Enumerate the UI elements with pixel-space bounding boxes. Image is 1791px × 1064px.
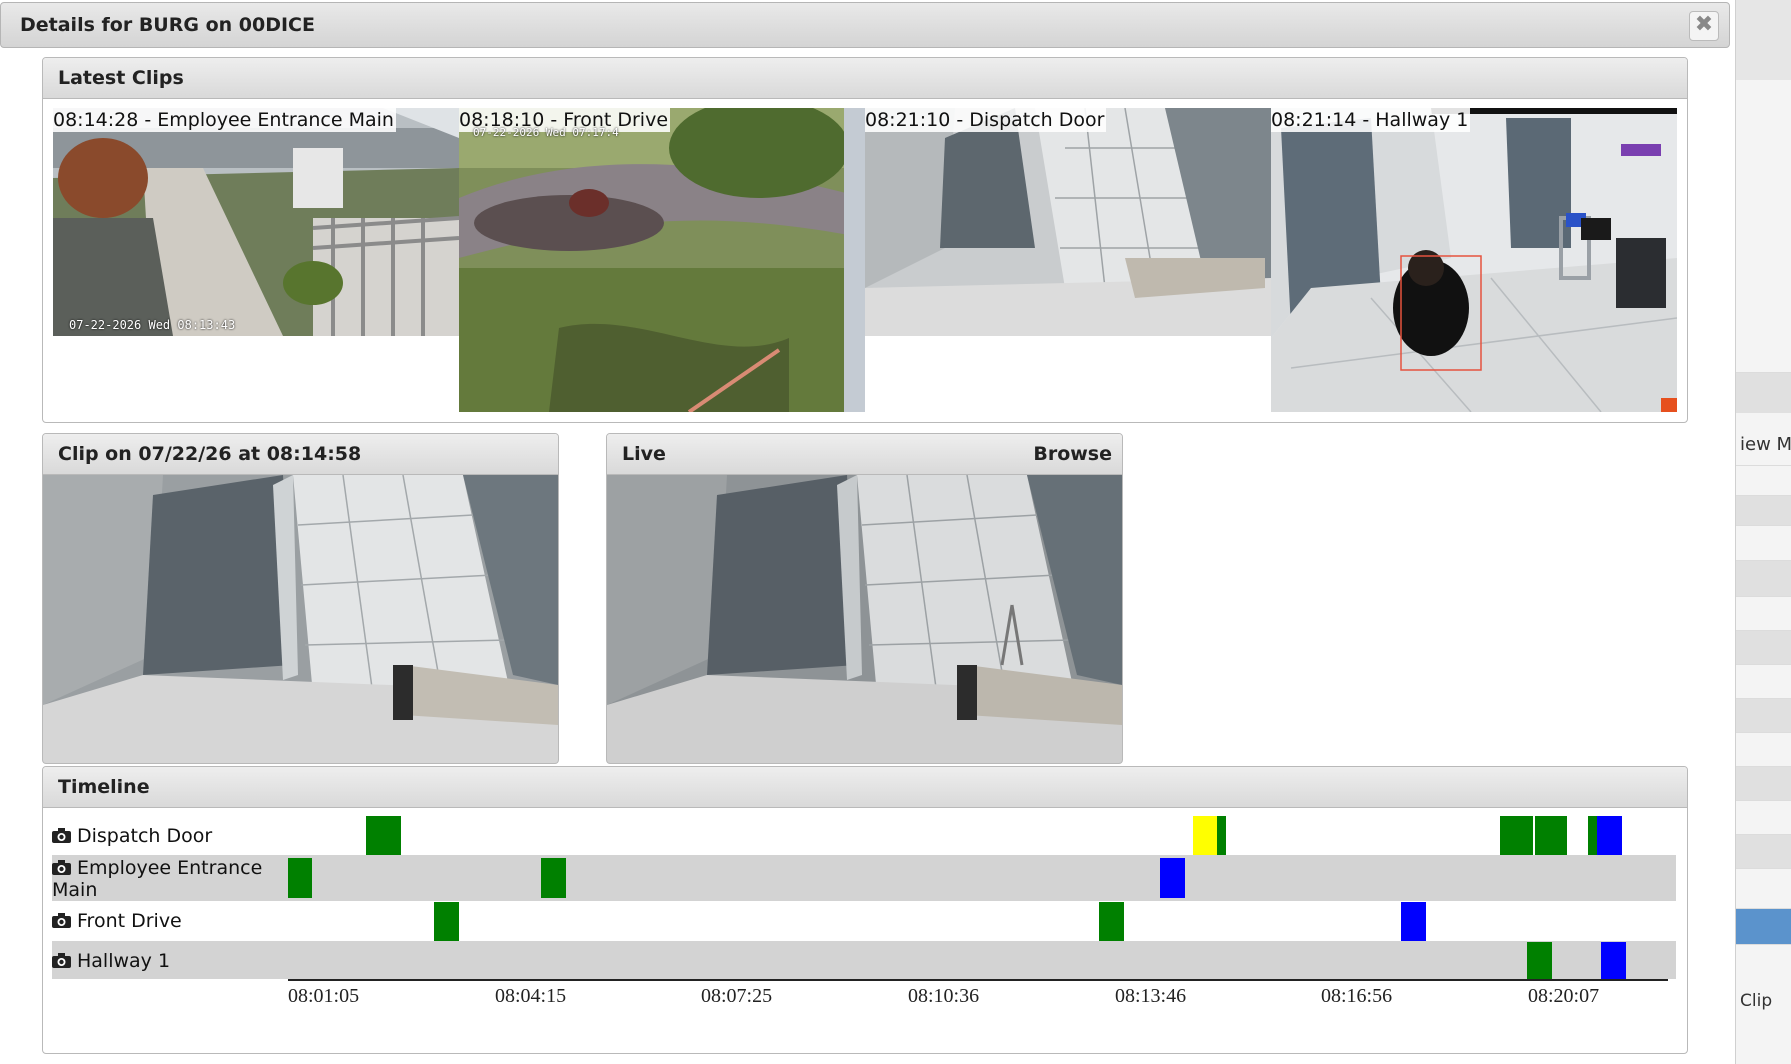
timeline-camera-employee-entrance[interactable]: Employee Entrance Main [52,857,292,901]
browse-link[interactable]: Browse [1033,443,1112,465]
timeline-camera-front-drive[interactable]: Front Drive [52,910,182,932]
timeline-camera-hallway[interactable]: Hallway 1 [52,950,170,972]
event-segment[interactable] [1099,902,1124,941]
clip-panel: Clip on 07/22/26 at 08:14:58 [42,433,559,764]
event-segment[interactable] [1217,816,1226,855]
timeline-header: Timeline [43,767,1687,808]
event-segment[interactable] [541,858,566,898]
clip-panel-header: Clip on 07/22/26 at 08:14:58 [43,434,558,475]
front-drive-image [459,108,865,412]
event-segment[interactable] [1588,816,1597,855]
clip-thumbnail-hallway[interactable]: 08:21:14 - Hallway 1 [1271,108,1677,412]
camera-icon [52,951,71,968]
latest-clips-title: Latest Clips [58,67,184,89]
timeline-camera-dispatch-door[interactable]: Dispatch Door [52,825,212,847]
clip-label: 08:14:28 - Employee Entrance Main [53,108,396,132]
dialog-title: Details for BURG on 00DICE [20,14,315,36]
close-icon[interactable]: ✖ [1689,11,1719,41]
background-view-text: iew M [1740,434,1791,455]
timeline-row-dispatch-door [52,815,1676,855]
event-segment[interactable] [1193,816,1217,855]
clip-timestamp: 07-22-2026 Wed 07:17:4 [473,126,619,139]
background-selected-row [1736,908,1791,945]
background-header [1736,0,1791,80]
event-segment[interactable] [1601,942,1626,979]
clip-panel-title: Clip on 07/22/26 at 08:14:58 [58,443,362,465]
dispatch-door-image [865,108,1271,336]
event-segment[interactable] [1527,942,1552,979]
live-panel: Live Browse [606,433,1123,764]
dialog-titlebar: Details for BURG on 00DICE ✖ [0,2,1730,48]
clip-timestamp: 07-22-2026 Wed 08:13:43 [69,318,236,332]
camera-icon [52,911,71,928]
timeline-tick-label: 08:20:07 [1528,985,1600,1007]
live-panel-title: Live [622,443,666,465]
clip-label: 08:21:10 - Dispatch Door [865,108,1107,132]
timeline-tick-label: 08:10:36 [908,985,980,1007]
details-dialog: Details for BURG on 00DICE ✖ Latest Clip… [0,0,1730,1064]
event-segment[interactable] [1401,902,1426,941]
timeline-tick-label: 08:16:56 [1321,985,1393,1007]
timeline-camera-label: Employee Entrance Main [52,857,263,901]
event-segment[interactable] [1597,816,1622,855]
event-segment[interactable] [288,858,312,898]
clip-thumbnail-dispatch-door[interactable]: 08:21:10 - Dispatch Door [865,108,1271,336]
live-panel-header: Live Browse [607,434,1122,475]
timeline-row-hallway [52,941,1676,979]
event-segment[interactable] [1160,858,1185,898]
timeline-camera-label: Dispatch Door [77,825,213,847]
timeline-axis [288,979,1668,981]
event-segment[interactable] [366,816,401,855]
timeline-camera-label: Hallway 1 [77,950,171,972]
latest-clips-panel: Latest Clips 08:14:28 - Employee Entranc… [42,57,1688,423]
timeline-tick-label: 08:04:15 [495,985,567,1007]
clip-thumbnail-employee-entrance[interactable]: 08:14:28 - Employee Entrance Main 07-22-… [53,108,459,336]
event-segment[interactable] [1535,816,1567,855]
background-page: iew M Clip [1735,0,1791,1064]
clip-thumbnail-front-drive[interactable]: 08:18:10 - Front Drive 07-22-2026 Wed 07… [459,108,865,412]
event-segment[interactable] [434,902,459,941]
timeline-tick-label: 08:01:05 [288,985,360,1007]
clip-label: 08:21:14 - Hallway 1 [1271,108,1471,132]
camera-icon [52,826,71,843]
event-segment[interactable] [1500,816,1533,855]
timeline-tick-label: 08:13:46 [1115,985,1187,1007]
camera-icon [52,858,71,875]
timeline-camera-label: Front Drive [77,910,182,932]
hallway-image [1271,108,1677,412]
background-clip-text: Clip [1740,991,1773,1011]
timeline-row-front-drive [52,901,1676,941]
timeline-title: Timeline [58,776,150,798]
employee-entrance-image [53,108,459,336]
timeline-tick-label: 08:07:25 [701,985,773,1007]
clip-video[interactable] [43,475,558,763]
live-video[interactable] [607,475,1122,763]
latest-clips-header: Latest Clips [43,58,1687,99]
